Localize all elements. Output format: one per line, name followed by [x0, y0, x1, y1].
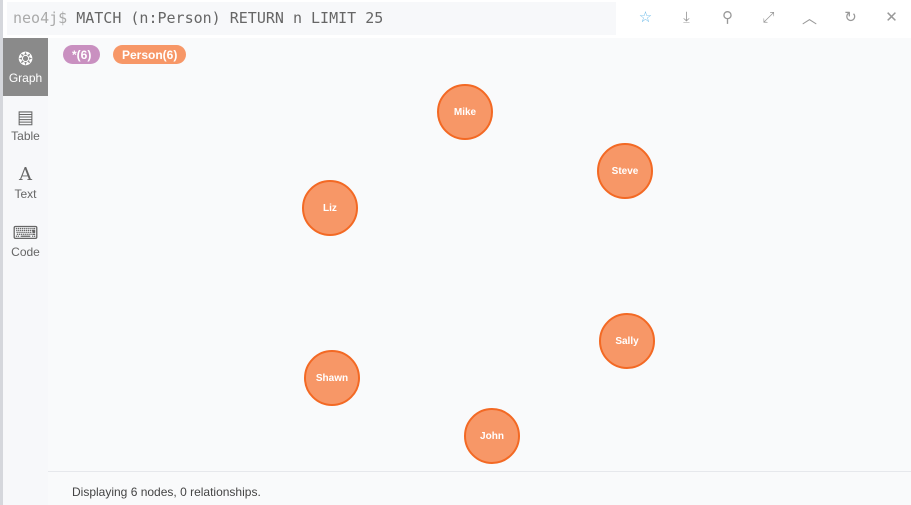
star-icon[interactable]: ☆	[625, 6, 666, 28]
view-sidebar: ❂ Graph ▤ Table A Text ⌨ Code	[3, 38, 48, 505]
code-icon: ⌨	[12, 223, 39, 243]
sidebar-item-code[interactable]: ⌨ Code	[3, 212, 48, 270]
query-text: MATCH (n:Person) RETURN n LIMIT 25	[67, 9, 384, 27]
sidebar-label: Text	[14, 187, 37, 201]
sidebar-item-table[interactable]: ▤ Table	[3, 96, 48, 154]
sidebar-item-text[interactable]: A Text	[3, 154, 48, 212]
graph-icon: ❂	[17, 49, 34, 69]
text-icon: A	[19, 164, 32, 185]
toolbar: ☆ ⤓ ⚲ ⤢ ︿ ↻ ✕	[625, 6, 911, 28]
node[interactable]: Steve	[597, 143, 653, 199]
node[interactable]: Mike	[437, 84, 493, 140]
download-icon[interactable]: ⤓	[666, 6, 707, 28]
collapse-icon[interactable]: ︿	[789, 6, 830, 28]
graph-canvas[interactable]: *(6) Person(6) Mike Steve Liz Sally Shaw…	[48, 38, 911, 471]
tag-all[interactable]: *(6)	[63, 45, 101, 64]
prompt: neo4j$	[13, 9, 68, 27]
sidebar-label: Code	[11, 245, 40, 259]
table-icon: ▤	[16, 107, 34, 127]
sidebar-label: Table	[11, 129, 40, 143]
node[interactable]: Shawn	[304, 350, 360, 406]
expand-icon[interactable]: ⤢	[748, 6, 789, 28]
sidebar-item-graph[interactable]: ❂ Graph	[3, 38, 48, 96]
close-icon[interactable]: ✕	[871, 6, 911, 28]
pin-icon[interactable]: ⚲	[707, 6, 748, 28]
node[interactable]: Sally	[599, 313, 655, 369]
sidebar-label: Graph	[8, 71, 43, 85]
tag-person[interactable]: Person(6)	[113, 45, 187, 64]
node[interactable]: John	[464, 408, 520, 464]
refresh-icon[interactable]: ↻	[830, 6, 871, 28]
node[interactable]: Liz	[302, 180, 358, 236]
status-bar: Displaying 6 nodes, 0 relationships.	[48, 471, 911, 505]
query-editor[interactable]: neo4j$ MATCH (n:Person) RETURN n LIMIT 2…	[7, 2, 616, 35]
